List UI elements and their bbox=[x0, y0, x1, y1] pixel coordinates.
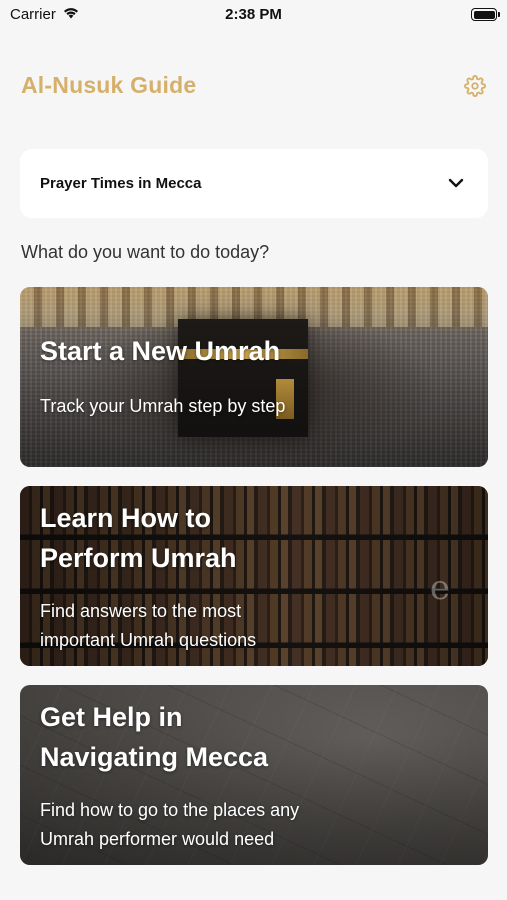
card-description: Find how to go to the places any Umrah p… bbox=[40, 800, 300, 849]
prompt-text: What do you want to do today? bbox=[21, 242, 270, 262]
card-title: Start a New Umrah bbox=[40, 336, 281, 366]
card-title: Learn How to Perform Umrah bbox=[40, 503, 237, 573]
status-time: 2:38 PM bbox=[225, 6, 282, 23]
card-description: Find answers to the most important Umrah… bbox=[40, 601, 257, 650]
prayer-times-dropdown[interactable]: Prayer Times in Mecca bbox=[20, 149, 488, 218]
learn-umrah-card[interactable]: e Learn How to Perform Umrah Find answer… bbox=[20, 486, 488, 666]
start-new-umrah-card[interactable]: Start a New Umrah Track your Umrah step … bbox=[20, 287, 488, 467]
settings-button[interactable] bbox=[462, 74, 488, 102]
card-title: Get Help in Navigating Mecca bbox=[40, 702, 269, 772]
navigate-mecca-card[interactable]: Get Help in Navigating Mecca Find how to… bbox=[20, 685, 488, 865]
app-title: Al-Nusuk Guide bbox=[21, 72, 197, 98]
battery-icon bbox=[471, 8, 500, 21]
chevron-down-icon bbox=[448, 175, 464, 193]
kaaba-background-image bbox=[20, 287, 488, 467]
gear-icon bbox=[464, 74, 486, 102]
prayer-times-label: Prayer Times in Mecca bbox=[40, 175, 202, 192]
card-description: Track your Umrah step by step bbox=[40, 396, 286, 416]
status-bar: Carrier 2:38 PM bbox=[0, 0, 507, 30]
